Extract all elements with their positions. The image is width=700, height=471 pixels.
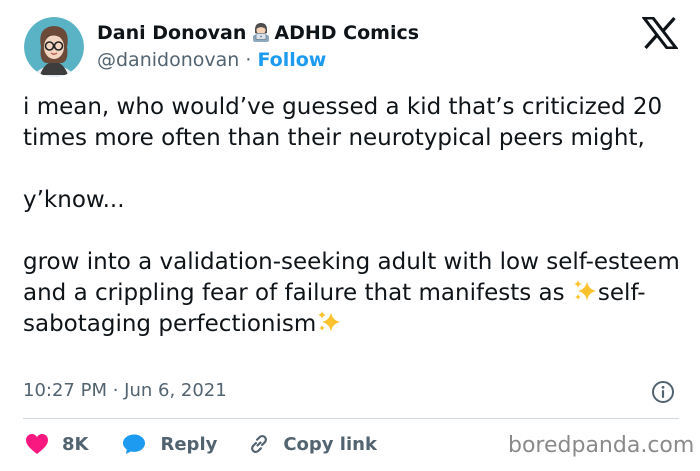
tweet-text: i mean, who would’ve guessed a kid that’… [23,92,683,340]
tweet-paragraph: grow into a validation-seeking adult wit… [23,247,683,340]
separator: · [245,49,252,71]
x-logo-icon[interactable] [640,16,680,50]
sparkles-emoji-icon [316,309,342,335]
like-button[interactable]: 8K [25,433,88,455]
info-icon[interactable] [651,380,675,404]
copy-link-button[interactable]: Copy link [247,432,377,456]
woman-technologist-emoji-icon [250,21,272,43]
handle-row: @danidonovan · Follow [97,47,419,73]
link-icon[interactable] [247,432,271,456]
tweet-paragraph: i mean, who would’ve guessed a kid that’… [23,94,663,151]
reply-button[interactable]: Reply [122,433,217,455]
like-count[interactable]: 8K [62,434,88,455]
display-name-text[interactable]: Dani Donovan [97,22,246,44]
author-info: Dani Donovan ADHD Comics @danidonovan · … [97,20,419,73]
display-name[interactable]: Dani Donovan ADHD Comics [97,20,419,46]
handle[interactable]: @danidonovan [97,49,239,71]
heart-icon[interactable] [25,433,49,455]
sparkles-emoji-icon [572,278,598,304]
copy-link-label[interactable]: Copy link [283,434,377,455]
follow-button[interactable]: Follow [257,49,326,71]
avatar[interactable] [24,17,84,77]
divider [23,418,679,419]
action-bar: 8K Reply Copy link [25,430,377,458]
reply-label[interactable]: Reply [160,434,217,455]
speech-bubble-icon[interactable] [122,433,146,455]
timestamp[interactable]: 10:27 PM · Jun 6, 2021 [23,378,227,404]
tweet-paragraph: y’know... [23,187,125,213]
name-suffix[interactable]: ADHD Comics [274,22,419,44]
watermark: boredpanda.com [508,433,695,458]
